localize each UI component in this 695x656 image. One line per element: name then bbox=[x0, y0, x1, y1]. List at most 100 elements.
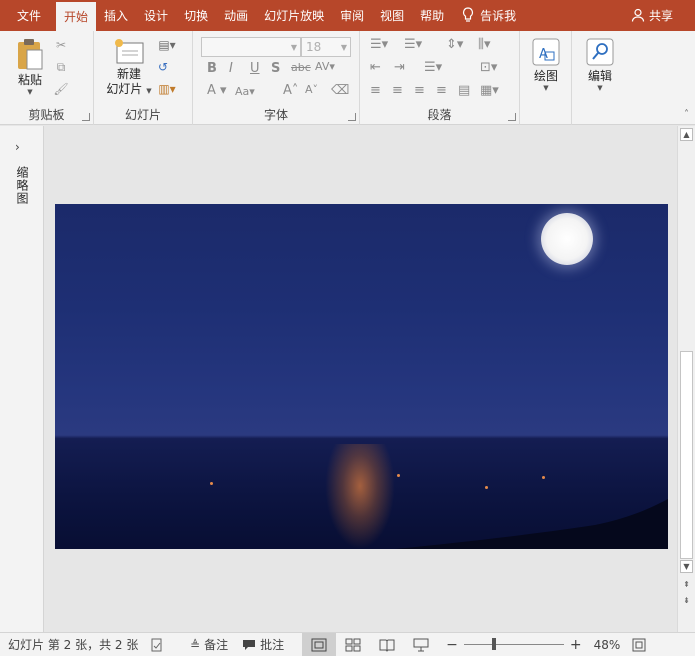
paragraph-launcher-icon[interactable] bbox=[508, 113, 516, 121]
lightbulb-icon bbox=[463, 7, 474, 22]
notes-label: 备注 bbox=[204, 638, 229, 652]
font-size-combo[interactable]: 18 ▼ bbox=[301, 37, 351, 57]
decrease-font-icon[interactable]: A˅ bbox=[305, 83, 318, 96]
line-spacing-icon[interactable]: ⇕▾ bbox=[446, 37, 463, 52]
paste-button[interactable]: 粘贴 ▼ bbox=[12, 37, 48, 96]
previous-slide-icon[interactable]: ⇞ bbox=[680, 578, 693, 591]
change-case-icon[interactable]: Aa▾ bbox=[235, 85, 255, 98]
increase-font-icon[interactable]: A˄ bbox=[283, 83, 298, 98]
clear-format-icon[interactable]: ⌫ bbox=[331, 83, 349, 98]
align-center-icon[interactable]: ≡ bbox=[392, 83, 403, 98]
copy-icon[interactable]: ⧉ bbox=[52, 59, 70, 75]
strikethrough-icon[interactable]: abc bbox=[291, 61, 311, 74]
paragraph-group: ☰▾ ☰▾ ⇕▾ ⫼▾ ⇤ ⇥ ☰▾ ⊡▾ ≡ ≡ ≡ ≡ ▤ ▦▾ 段落 bbox=[360, 31, 520, 125]
bullets-icon[interactable]: ☰▾ bbox=[370, 37, 388, 52]
align-text-icon[interactable]: ⊡▾ bbox=[480, 60, 497, 75]
ribbon: 粘贴 ▼ ✂ ⧉ 🖌 剪贴板 新建 幻灯片 ▼ ▤▾ ↺ ▥▾ 幻灯片 ▼ 18… bbox=[0, 31, 695, 125]
boat-light bbox=[397, 474, 400, 477]
increase-indent-icon[interactable]: ⇥ bbox=[394, 60, 405, 75]
chevron-right-icon[interactable]: › bbox=[15, 140, 20, 154]
tab-transitions[interactable]: 切换 bbox=[176, 1, 216, 29]
tab-slideshow[interactable]: 幻灯片放映 bbox=[256, 1, 332, 29]
section-icon[interactable]: ▥▾ bbox=[154, 81, 180, 97]
bold-icon[interactable]: B bbox=[207, 61, 217, 76]
tab-review[interactable]: 审阅 bbox=[332, 1, 372, 29]
clipboard-group-label: 剪贴板 bbox=[28, 108, 65, 122]
tab-animations[interactable]: 动画 bbox=[216, 1, 256, 29]
find-icon bbox=[586, 38, 614, 66]
zoom-slider[interactable]: − + bbox=[446, 633, 581, 656]
smartart-icon[interactable]: ▦▾ bbox=[480, 83, 499, 98]
reset-icon[interactable]: ↺ bbox=[154, 59, 172, 75]
boat-light bbox=[542, 476, 545, 479]
slideshow-view-button[interactable] bbox=[404, 633, 438, 656]
scroll-up-icon[interactable]: ▲ bbox=[680, 128, 693, 141]
drawing-button[interactable]: A 绘图 ▼ bbox=[526, 37, 566, 92]
char-spacing-icon[interactable]: AV▾ bbox=[315, 60, 335, 73]
font-launcher-icon[interactable] bbox=[348, 113, 356, 121]
thumbnail-pane-label[interactable]: 缩略图 bbox=[14, 166, 31, 205]
align-right-icon[interactable]: ≡ bbox=[414, 83, 425, 98]
tab-design[interactable]: 设计 bbox=[136, 1, 176, 29]
reading-view-icon bbox=[379, 639, 395, 652]
comments-button[interactable]: 批注 bbox=[242, 633, 284, 656]
shore-hill bbox=[395, 499, 668, 549]
justify-icon[interactable]: ≡ bbox=[436, 83, 447, 98]
new-slide-button[interactable]: 新建 幻灯片 ▼ bbox=[102, 37, 156, 99]
drawing-group: A 绘图 ▼ bbox=[520, 31, 572, 125]
decrease-indent-icon[interactable]: ⇤ bbox=[370, 60, 381, 75]
zoom-thumb[interactable] bbox=[491, 638, 496, 650]
zoom-track[interactable] bbox=[463, 638, 564, 650]
proofing-icon bbox=[151, 638, 162, 651]
fit-window-button[interactable] bbox=[632, 633, 646, 656]
tab-insert[interactable]: 插入 bbox=[96, 1, 136, 29]
new-slide-label-line2: 幻灯片 ▼ bbox=[106, 82, 152, 96]
sorter-view-button[interactable] bbox=[336, 633, 370, 656]
align-left-icon[interactable]: ≡ bbox=[370, 83, 381, 98]
distribute-icon[interactable]: ▤ bbox=[458, 83, 470, 98]
drawing-dropdown-icon[interactable]: ▼ bbox=[543, 84, 548, 92]
font-color-icon[interactable]: A ▾ bbox=[207, 83, 227, 98]
cut-icon[interactable]: ✂ bbox=[52, 37, 70, 53]
zoom-in-icon[interactable]: + bbox=[570, 637, 582, 653]
columns-icon[interactable]: ⫼▾ bbox=[478, 37, 491, 52]
next-slide-icon[interactable]: ⇟ bbox=[680, 594, 693, 607]
scroll-down-icon[interactable]: ▼ bbox=[680, 560, 693, 573]
ribbon-tab-bar: 文件 开始 插入 设计 切换 动画 幻灯片放映 审阅 视图 帮助 告诉我 共享 bbox=[0, 0, 695, 31]
tab-file[interactable]: 文件 bbox=[0, 1, 56, 29]
tab-help[interactable]: 帮助 bbox=[412, 1, 452, 29]
zoom-level[interactable]: 48% bbox=[594, 633, 621, 656]
text-direction-icon[interactable]: ☰▾ bbox=[424, 60, 442, 75]
paste-label: 粘贴 bbox=[17, 73, 42, 87]
share-button[interactable]: 共享 bbox=[623, 1, 695, 29]
editing-button[interactable]: 编辑 ▼ bbox=[580, 37, 620, 92]
moon bbox=[541, 213, 593, 265]
slide-canvas bbox=[45, 126, 677, 632]
collapse-ribbon-icon[interactable]: ˄ bbox=[684, 109, 689, 120]
tab-home[interactable]: 开始 bbox=[56, 2, 97, 31]
zoom-level-text: 48% bbox=[593, 637, 621, 652]
notes-button[interactable]: ≜ 备注 bbox=[190, 633, 228, 656]
numbering-icon[interactable]: ☰▾ bbox=[404, 37, 422, 52]
normal-view-button[interactable] bbox=[302, 632, 337, 656]
zoom-out-icon[interactable]: − bbox=[446, 637, 458, 653]
tell-me-box[interactable]: 告诉我 bbox=[452, 1, 524, 29]
reading-view-button[interactable] bbox=[370, 633, 404, 656]
editing-label: 编辑 bbox=[587, 69, 612, 83]
vertical-scrollbar[interactable]: ▲ ▼ ⇞ ⇟ bbox=[677, 126, 695, 632]
paste-dropdown-icon[interactable]: ▼ bbox=[27, 88, 32, 96]
tab-view[interactable]: 视图 bbox=[372, 1, 412, 29]
current-slide[interactable] bbox=[55, 204, 668, 549]
layout-icon[interactable]: ▤▾ bbox=[154, 37, 180, 53]
scroll-thumb[interactable] bbox=[680, 351, 693, 559]
underline-icon[interactable]: U bbox=[250, 61, 260, 76]
spellcheck-icon[interactable] bbox=[150, 633, 172, 656]
slide-counter-text: 幻灯片 第 2 张，共 2 张 bbox=[8, 638, 139, 652]
clipboard-launcher-icon[interactable] bbox=[82, 113, 90, 121]
format-painter-icon[interactable]: 🖌 bbox=[52, 81, 70, 97]
font-name-combo[interactable]: ▼ bbox=[201, 37, 301, 57]
shapes-icon: A bbox=[532, 38, 560, 66]
shadow-icon[interactable]: S bbox=[271, 61, 280, 76]
italic-icon[interactable]: I bbox=[229, 61, 233, 76]
editing-dropdown-icon[interactable]: ▼ bbox=[597, 84, 602, 92]
